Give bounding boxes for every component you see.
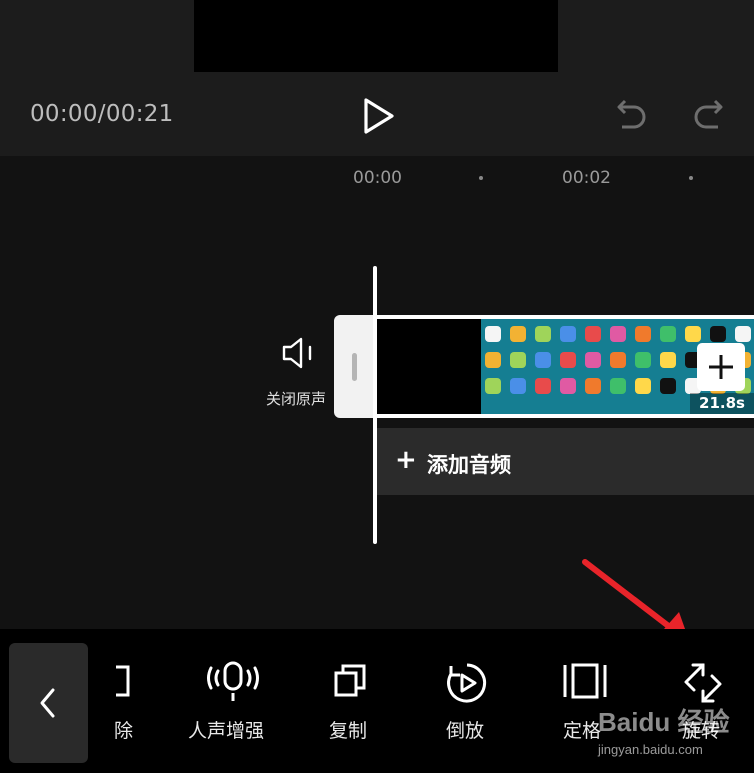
tool-voice-enhance[interactable]: 人声增强 (188, 629, 278, 773)
timecode: 00:00/00:21 (30, 101, 174, 127)
add-clip-button[interactable] (697, 343, 745, 391)
copy-icon (334, 664, 366, 697)
thumbnail-app-tile (485, 326, 501, 342)
tool-label: 复制 (329, 720, 368, 742)
preview-area: 00:00/00:21 (0, 0, 754, 156)
thumbnail-app-tile (660, 352, 676, 368)
thumbnail-app-tile (560, 378, 576, 394)
thumbnail-app-tile (735, 326, 751, 342)
thumbnail-app-tile (685, 326, 701, 342)
tool-label: 除 (114, 720, 134, 742)
freeze-frame-icon (563, 663, 607, 699)
playhead[interactable] (373, 266, 377, 544)
thumbnail-app-tile (485, 352, 501, 368)
undo-icon (617, 99, 646, 129)
thumbnail-app-tile (610, 352, 626, 368)
thumbnail-app-tile (610, 378, 626, 394)
microphone-icon (207, 661, 259, 701)
delete-partial-icon (116, 665, 130, 697)
time-ruler[interactable]: 00:00 00:02 (0, 156, 754, 206)
thumbnail-app-tile (710, 326, 726, 342)
thumbnail-app-tile (585, 378, 601, 394)
thumbnail-app-tile (510, 326, 526, 342)
tool-reverse[interactable]: 倒放 (443, 629, 491, 773)
plus-icon (709, 355, 733, 379)
thumbnail-app-tile (660, 326, 676, 342)
baidu-watermark: Baidu 经验 jingyan.baidu.com (598, 702, 748, 766)
ruler-tick (479, 176, 483, 180)
thumbnail-app-tile (535, 378, 551, 394)
chevron-left-icon (40, 688, 55, 718)
tool-label: 定格 (563, 720, 602, 742)
back-button[interactable] (9, 643, 88, 763)
add-audio-button[interactable]: + 添加音频 (377, 428, 754, 495)
trim-grip (352, 353, 357, 381)
ruler-label: 00:02 (562, 168, 611, 188)
plus-icon: + (395, 445, 417, 475)
thumbnail-app-tile (485, 378, 501, 394)
clip-thumbnail-black (376, 319, 481, 414)
tool-delete[interactable]: 除 (104, 629, 144, 773)
watermark-brand: Baidu 经验 (598, 707, 730, 737)
thumbnail-app-tile (535, 326, 551, 342)
play-button[interactable] (358, 96, 398, 136)
watermark-url: jingyan.baidu.com (598, 742, 703, 757)
tool-label: 倒放 (446, 720, 485, 742)
clip-trim-handle[interactable] (334, 315, 376, 418)
thumbnail-app-tile (535, 352, 551, 368)
thumbnail-app-tile (585, 352, 601, 368)
thumbnail-app-tile (635, 352, 651, 368)
ruler-label: 00:00 (353, 168, 402, 188)
thumbnail-app-tile (635, 378, 651, 394)
redo-button[interactable] (692, 98, 730, 134)
thumbnail-app-tile (510, 378, 526, 394)
clip-duration: 21.8s (690, 393, 754, 414)
thumbnail-app-tile (660, 378, 676, 394)
thumbnail-app-tile (585, 326, 601, 342)
mute-original-label: 关闭原声 (266, 390, 327, 408)
thumbnail-app-tile (560, 352, 576, 368)
thumbnail-app-tile (610, 326, 626, 342)
thumbnail-app-tile (560, 326, 576, 342)
play-icon (364, 98, 394, 134)
thumbnail-app-tile (635, 326, 651, 342)
tool-copy[interactable]: 复制 (326, 629, 374, 773)
reverse-play-icon (447, 663, 487, 703)
tool-label: 人声增强 (188, 720, 265, 742)
thumbnail-app-tile (510, 352, 526, 368)
ruler-tick (689, 176, 693, 180)
speaker-icon (282, 337, 312, 369)
video-preview[interactable] (194, 0, 558, 72)
add-audio-label: 添加音频 (427, 453, 511, 477)
undo-button[interactable] (610, 98, 648, 134)
rotate-icon (684, 663, 722, 703)
redo-icon (694, 99, 723, 129)
